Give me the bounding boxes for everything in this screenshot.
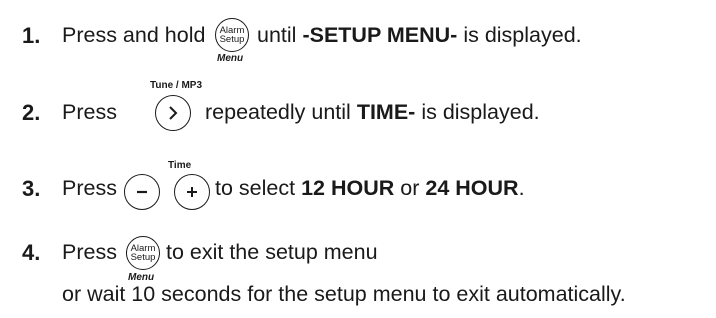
plus-icon (187, 187, 197, 197)
button-label-line2: Setup (130, 252, 156, 263)
step-text: to exit the setup menu (166, 240, 378, 264)
step-text: Press and hold (62, 23, 206, 47)
step-text-line: to select 12 HOUR or 24 HOUR. (215, 176, 525, 201)
button-caption: Menu (217, 53, 244, 64)
step-text: . (518, 176, 525, 200)
step-bold-text: 12 HOUR (301, 176, 395, 200)
step-bold-text: -SETUP MENU- (302, 23, 458, 47)
button-label-line2: Setup (219, 34, 245, 45)
step-text: is displayed. (463, 23, 582, 47)
step-text: to select (215, 176, 296, 200)
step-text: or (400, 176, 420, 200)
alarm-setup-button[interactable]: Alarm Setup (126, 236, 160, 270)
plus-button[interactable] (174, 174, 210, 210)
step-text: Press (62, 176, 117, 200)
step-number: 2. (22, 100, 41, 125)
alarm-setup-button[interactable]: Alarm Setup (215, 18, 249, 52)
step-text-line: repeatedly until TIME- is displayed. (205, 100, 540, 125)
minus-icon (137, 190, 147, 194)
step-bold-text: TIME- (356, 100, 416, 124)
step-text-line: until -SETUP MENU- is displayed. (257, 23, 582, 48)
step-number: 1. (22, 23, 41, 48)
minus-button[interactable] (124, 174, 160, 210)
step-text: is displayed. (421, 100, 540, 124)
step-text: Press (62, 100, 117, 124)
step-text: Press (62, 240, 117, 264)
step-number: 3. (22, 176, 41, 201)
chevron-right-icon (169, 106, 178, 120)
button-caption: Tune / MP3 (150, 80, 203, 91)
step-text-line2: or wait 10 seconds for the setup menu to… (62, 282, 626, 306)
step-text: repeatedly until (205, 100, 351, 124)
step-text: until (257, 23, 297, 47)
button-caption: Time (168, 160, 192, 171)
step-bold-text: 24 HOUR (425, 176, 519, 200)
chevron-right-button[interactable] (155, 95, 191, 131)
step-number: 4. (22, 240, 41, 265)
